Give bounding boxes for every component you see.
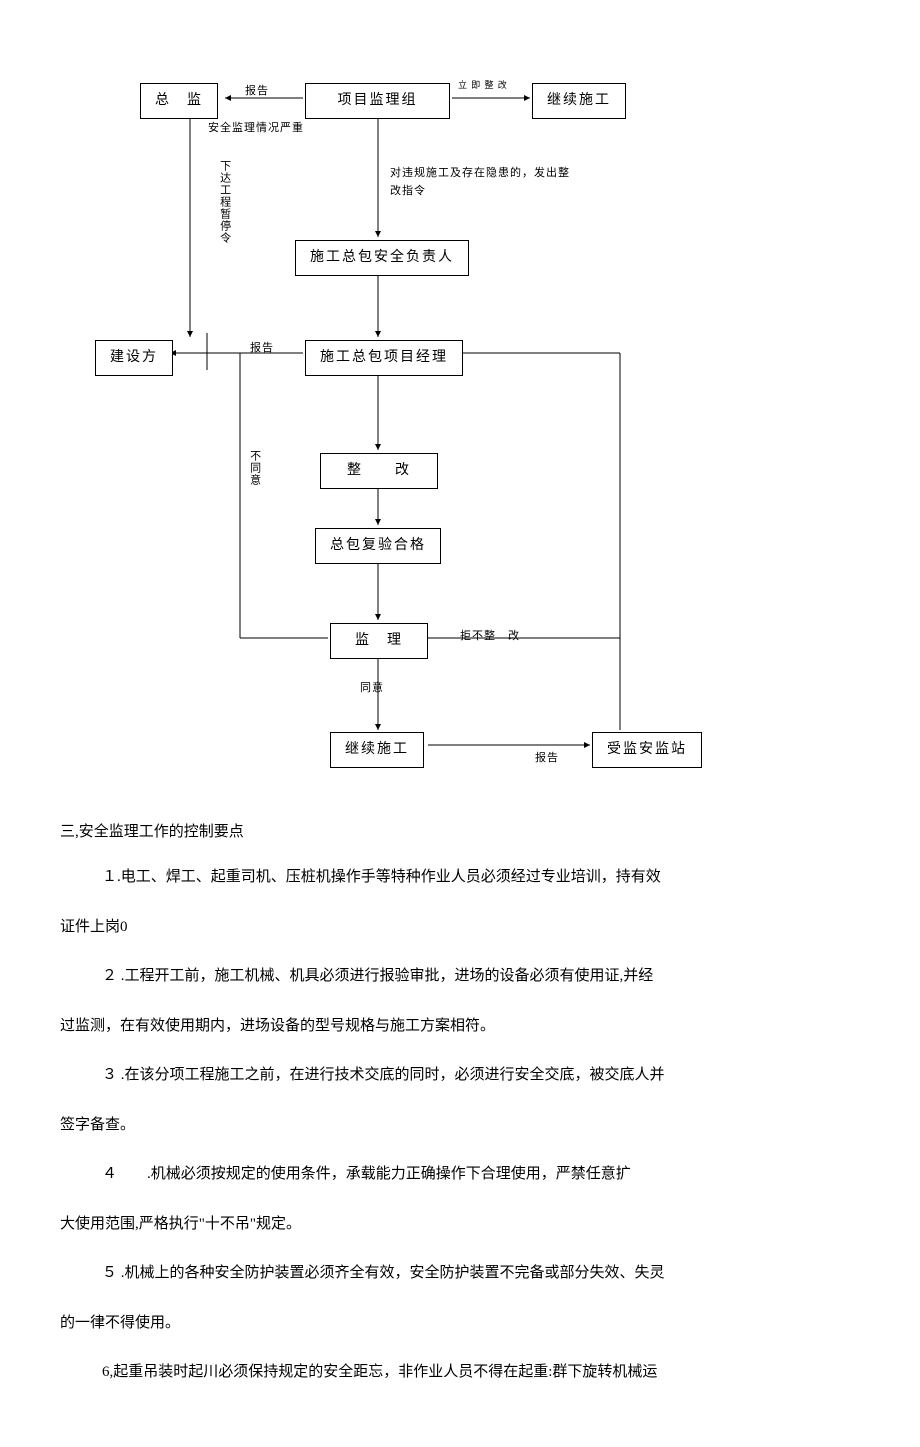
box-zongbao-anquan: 施工总包安全负责人 (295, 240, 469, 276)
label-liji: 立 即 整 改 (458, 80, 518, 91)
box-zhenggai: 整 改 (320, 453, 438, 489)
box-zongjian: 总 监 (140, 83, 218, 119)
paragraph-3a: ３ .在该分项工程施工之前，在进行技术交底的同时，必须进行安全交底，被交底人并 (60, 1060, 860, 1092)
paragraph-4a: ４ .机械必须按规定的使用条件，承载能力正确操作下合理使用，严禁任意扩 (60, 1159, 860, 1191)
label-anquan: 安全监理情况严重 (208, 120, 304, 138)
flowchart-diagram: 总 监 项目监理组 继续施工 报告 立 即 整 改 安全监理情况严重 下达工程暂… (60, 50, 860, 790)
paragraph-4b: 大使用范围,严格执行"十不吊"规定。 (60, 1209, 860, 1241)
paragraph-5a: ５ .机械上的各种安全防护装置必须齐全有效，安全防护装置不完备或部分失效、失灵 (60, 1258, 860, 1290)
label-xiada: 下达工程暂停令 (215, 160, 233, 244)
label-baogao3: 报告 (535, 750, 559, 768)
label-baogao1: 报告 (245, 83, 269, 101)
paragraph-3b: 签字备查。 (60, 1110, 860, 1142)
box-jianli: 监 理 (330, 623, 428, 659)
box-fuyan: 总包复验合格 (315, 528, 441, 564)
paragraph-6: 6,起重吊装时起川必须保持规定的安全距忘，非作业人员不得在起重:群下旋转机械运 (60, 1357, 860, 1389)
label-tongyi: 同意 (360, 680, 384, 698)
box-jixu1: 继续施工 (532, 83, 626, 119)
paragraph-1a: １.电工、焊工、起重司机、压桩机操作手等特种作业人员必须经过专业培训，持有效 (60, 862, 860, 894)
box-zongbao-jingli: 施工总包项目经理 (305, 340, 463, 376)
paragraph-2b: 过监测，在有效使用期内，进场设备的型号规格与施工方案相符。 (60, 1011, 860, 1043)
box-xiangmu: 项目监理组 (305, 83, 450, 119)
section-title: 三,安全监理工作的控制要点 (60, 820, 860, 844)
box-jianshe: 建设方 (95, 340, 173, 376)
label-duiweigui: 对违规施工及存在隐患的，发出整 改指令 (390, 165, 590, 200)
label-butongyi: 不同意 (245, 450, 263, 486)
paragraph-5b: 的一律不得使用。 (60, 1308, 860, 1340)
label-baogao2: 报告 (250, 340, 274, 358)
label-junbu: 拒不整 改 (460, 628, 520, 646)
paragraph-2a: ２ .工程开工前，施工机械、机具必须进行报验审批，进场的设备必须有使用证,并经 (60, 961, 860, 993)
paragraph-1b: 证件上岗0 (60, 912, 860, 944)
diagram-lines (60, 50, 860, 790)
box-jixu2: 继续施工 (330, 732, 424, 768)
box-anjian: 受监安监站 (592, 732, 702, 768)
